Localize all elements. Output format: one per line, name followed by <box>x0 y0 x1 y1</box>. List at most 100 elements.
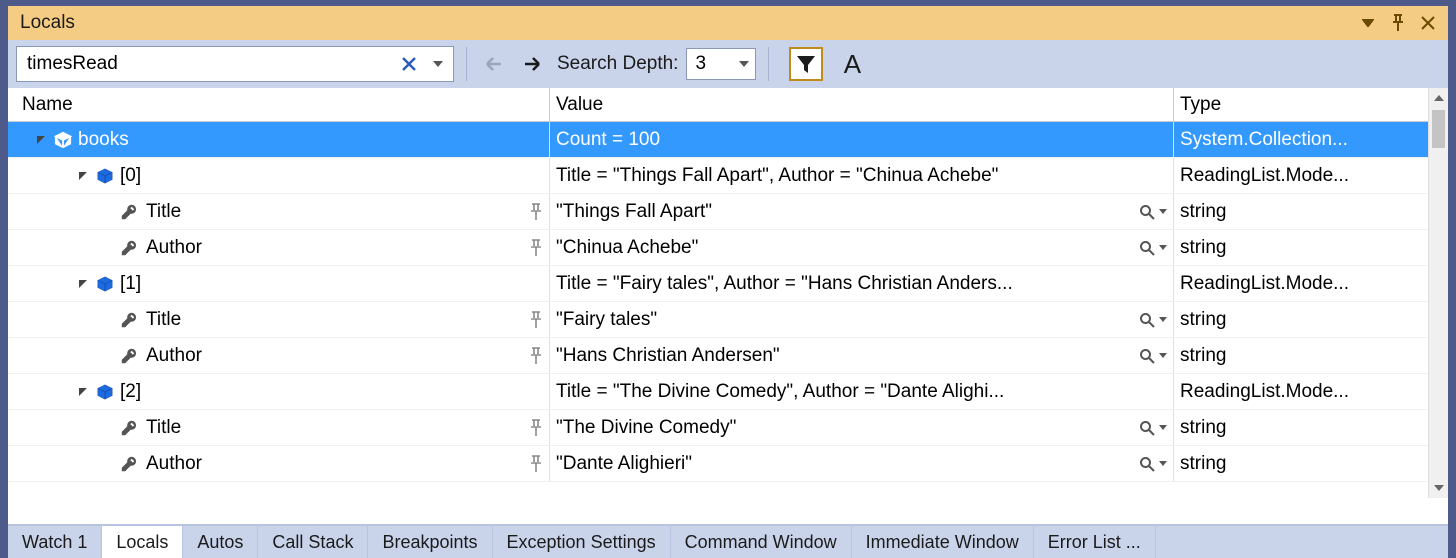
scroll-up-icon[interactable] <box>1429 88 1448 108</box>
row-value-text: "Dante Alighieri" <box>556 453 692 475</box>
locals-panel: Locals Search Dep <box>8 6 1448 558</box>
tab-label: Command Window <box>685 532 837 553</box>
column-header-name[interactable]: Name <box>8 88 550 121</box>
tab-locals[interactable]: Locals <box>102 526 183 558</box>
table-row[interactable]: Author"Dante Alighieri"string <box>8 446 1448 482</box>
tab-immediate-window[interactable]: Immediate Window <box>852 526 1034 558</box>
nav-next-button[interactable] <box>517 49 547 79</box>
tab-autos[interactable]: Autos <box>183 526 258 558</box>
table-row[interactable]: [0]Title = "Things Fall Apart", Author =… <box>8 158 1448 194</box>
cell-name[interactable]: [2] <box>8 374 550 409</box>
tab-command-window[interactable]: Command Window <box>671 526 852 558</box>
cell-value[interactable]: "Fairy tales" <box>550 302 1174 337</box>
cell-value[interactable]: "Chinua Achebe" <box>550 230 1174 265</box>
visualizer-icon[interactable] <box>1139 204 1155 220</box>
search-depth-value: 3 <box>695 53 706 75</box>
table-row[interactable]: booksCount = 100System.Collection... <box>8 122 1448 158</box>
property-icon <box>118 345 140 367</box>
search-input[interactable] <box>16 46 454 82</box>
search-dropdown[interactable] <box>426 46 450 82</box>
cell-value[interactable]: Title = "The Divine Comedy", Author = "D… <box>550 374 1174 409</box>
tab-call-stack[interactable]: Call Stack <box>258 526 368 558</box>
visualizer-icon[interactable] <box>1139 456 1155 472</box>
tab-label: Call Stack <box>272 532 353 553</box>
search-clear-button[interactable] <box>396 46 422 82</box>
table-row[interactable]: Author"Hans Christian Andersen"string <box>8 338 1448 374</box>
cell-name[interactable]: Title <box>8 194 550 229</box>
table-row[interactable]: [2] Title = "The Divine Comedy", Author =… <box>8 374 1448 410</box>
visualizer-dropdown-icon[interactable] <box>1159 317 1167 322</box>
table-row[interactable]: Title"Fairy tales"string <box>8 302 1448 338</box>
visualizer-dropdown-icon[interactable] <box>1159 461 1167 466</box>
window-position-icon[interactable] <box>1356 11 1380 35</box>
search-depth-select[interactable]: 3 <box>686 48 756 80</box>
cell-name[interactable]: Title <box>8 302 550 337</box>
expander-icon[interactable] <box>74 383 92 401</box>
tab-error-list[interactable]: Error List ... <box>1034 526 1156 558</box>
cell-value[interactable]: "Dante Alighieri" <box>550 446 1174 481</box>
text-style-button[interactable]: A <box>835 47 869 81</box>
row-value-text: "Hans Christian Andersen" <box>556 345 780 367</box>
expander-icon[interactable] <box>32 131 50 149</box>
cell-name[interactable]: Title <box>8 410 550 445</box>
cell-value[interactable]: Count = 100 <box>550 122 1174 157</box>
row-name-label: [1] <box>120 273 141 295</box>
row-name-label: Title <box>146 309 181 331</box>
visualizer-controls <box>1139 312 1167 328</box>
table-row[interactable]: [1] Title = "Fairy tales", Author = "Hans… <box>8 266 1448 302</box>
cell-value[interactable]: "Hans Christian Andersen" <box>550 338 1174 373</box>
pin-icon[interactable] <box>529 203 543 221</box>
pin-icon[interactable] <box>529 347 543 365</box>
cell-name[interactable]: Author <box>8 230 550 265</box>
cell-name[interactable]: [1] <box>8 266 550 301</box>
visualizer-dropdown-icon[interactable] <box>1159 209 1167 214</box>
tab-exception-settings[interactable]: Exception Settings <box>493 526 671 558</box>
cell-value[interactable]: Title = "Fairy tales", Author = "Hans Ch… <box>550 266 1174 301</box>
filter-button[interactable] <box>789 47 823 81</box>
nav-prev-button[interactable] <box>479 49 509 79</box>
visualizer-icon[interactable] <box>1139 420 1155 436</box>
scrollbar-thumb[interactable] <box>1432 110 1445 148</box>
visualizer-controls <box>1139 420 1167 436</box>
cell-name[interactable]: Author <box>8 338 550 373</box>
pin-icon[interactable] <box>529 311 543 329</box>
pin-icon[interactable] <box>529 239 543 257</box>
cell-name[interactable]: books <box>8 122 550 157</box>
column-header-value[interactable]: Value <box>550 88 1174 121</box>
object-icon <box>94 165 116 187</box>
pin-icon[interactable] <box>1386 11 1410 35</box>
visualizer-icon[interactable] <box>1139 312 1155 328</box>
cell-name[interactable]: [0] <box>8 158 550 193</box>
visualizer-controls <box>1139 240 1167 256</box>
table-row[interactable]: Title"Things Fall Apart"string <box>8 194 1448 230</box>
locals-grid: Name Value Type booksCount = 100System.C… <box>8 88 1448 524</box>
tab-label: Immediate Window <box>866 532 1019 553</box>
scroll-down-icon[interactable] <box>1429 478 1448 498</box>
row-name-label: Author <box>146 453 202 475</box>
pin-icon[interactable] <box>529 455 543 473</box>
cell-type: string <box>1174 230 1448 265</box>
column-header-type[interactable]: Type <box>1174 88 1428 121</box>
cell-value[interactable]: "The Divine Comedy" <box>550 410 1174 445</box>
expander-icon[interactable] <box>74 167 92 185</box>
visualizer-icon[interactable] <box>1139 240 1155 256</box>
visualizer-dropdown-icon[interactable] <box>1159 353 1167 358</box>
expander-icon[interactable] <box>74 275 92 293</box>
pin-icon[interactable] <box>529 419 543 437</box>
cell-value[interactable]: Title = "Things Fall Apart", Author = "C… <box>550 158 1174 193</box>
row-type-text: ReadingList.Mode... <box>1180 273 1349 295</box>
table-row[interactable]: Author"Chinua Achebe"string <box>8 230 1448 266</box>
cell-name[interactable]: Author <box>8 446 550 481</box>
grid-body[interactable]: booksCount = 100System.Collection...[0]T… <box>8 122 1448 524</box>
visualizer-dropdown-icon[interactable] <box>1159 425 1167 430</box>
row-value-text: Title = "The Divine Comedy", Author = "D… <box>556 381 1004 403</box>
visualizer-dropdown-icon[interactable] <box>1159 245 1167 250</box>
close-icon[interactable] <box>1416 11 1440 35</box>
tab-watch-1[interactable]: Watch 1 <box>8 526 102 558</box>
cell-value[interactable]: "Things Fall Apart" <box>550 194 1174 229</box>
property-icon <box>118 309 140 331</box>
visualizer-icon[interactable] <box>1139 348 1155 364</box>
tab-breakpoints[interactable]: Breakpoints <box>368 526 492 558</box>
table-row[interactable]: Title"The Divine Comedy"string <box>8 410 1448 446</box>
vertical-scrollbar[interactable] <box>1428 88 1448 498</box>
